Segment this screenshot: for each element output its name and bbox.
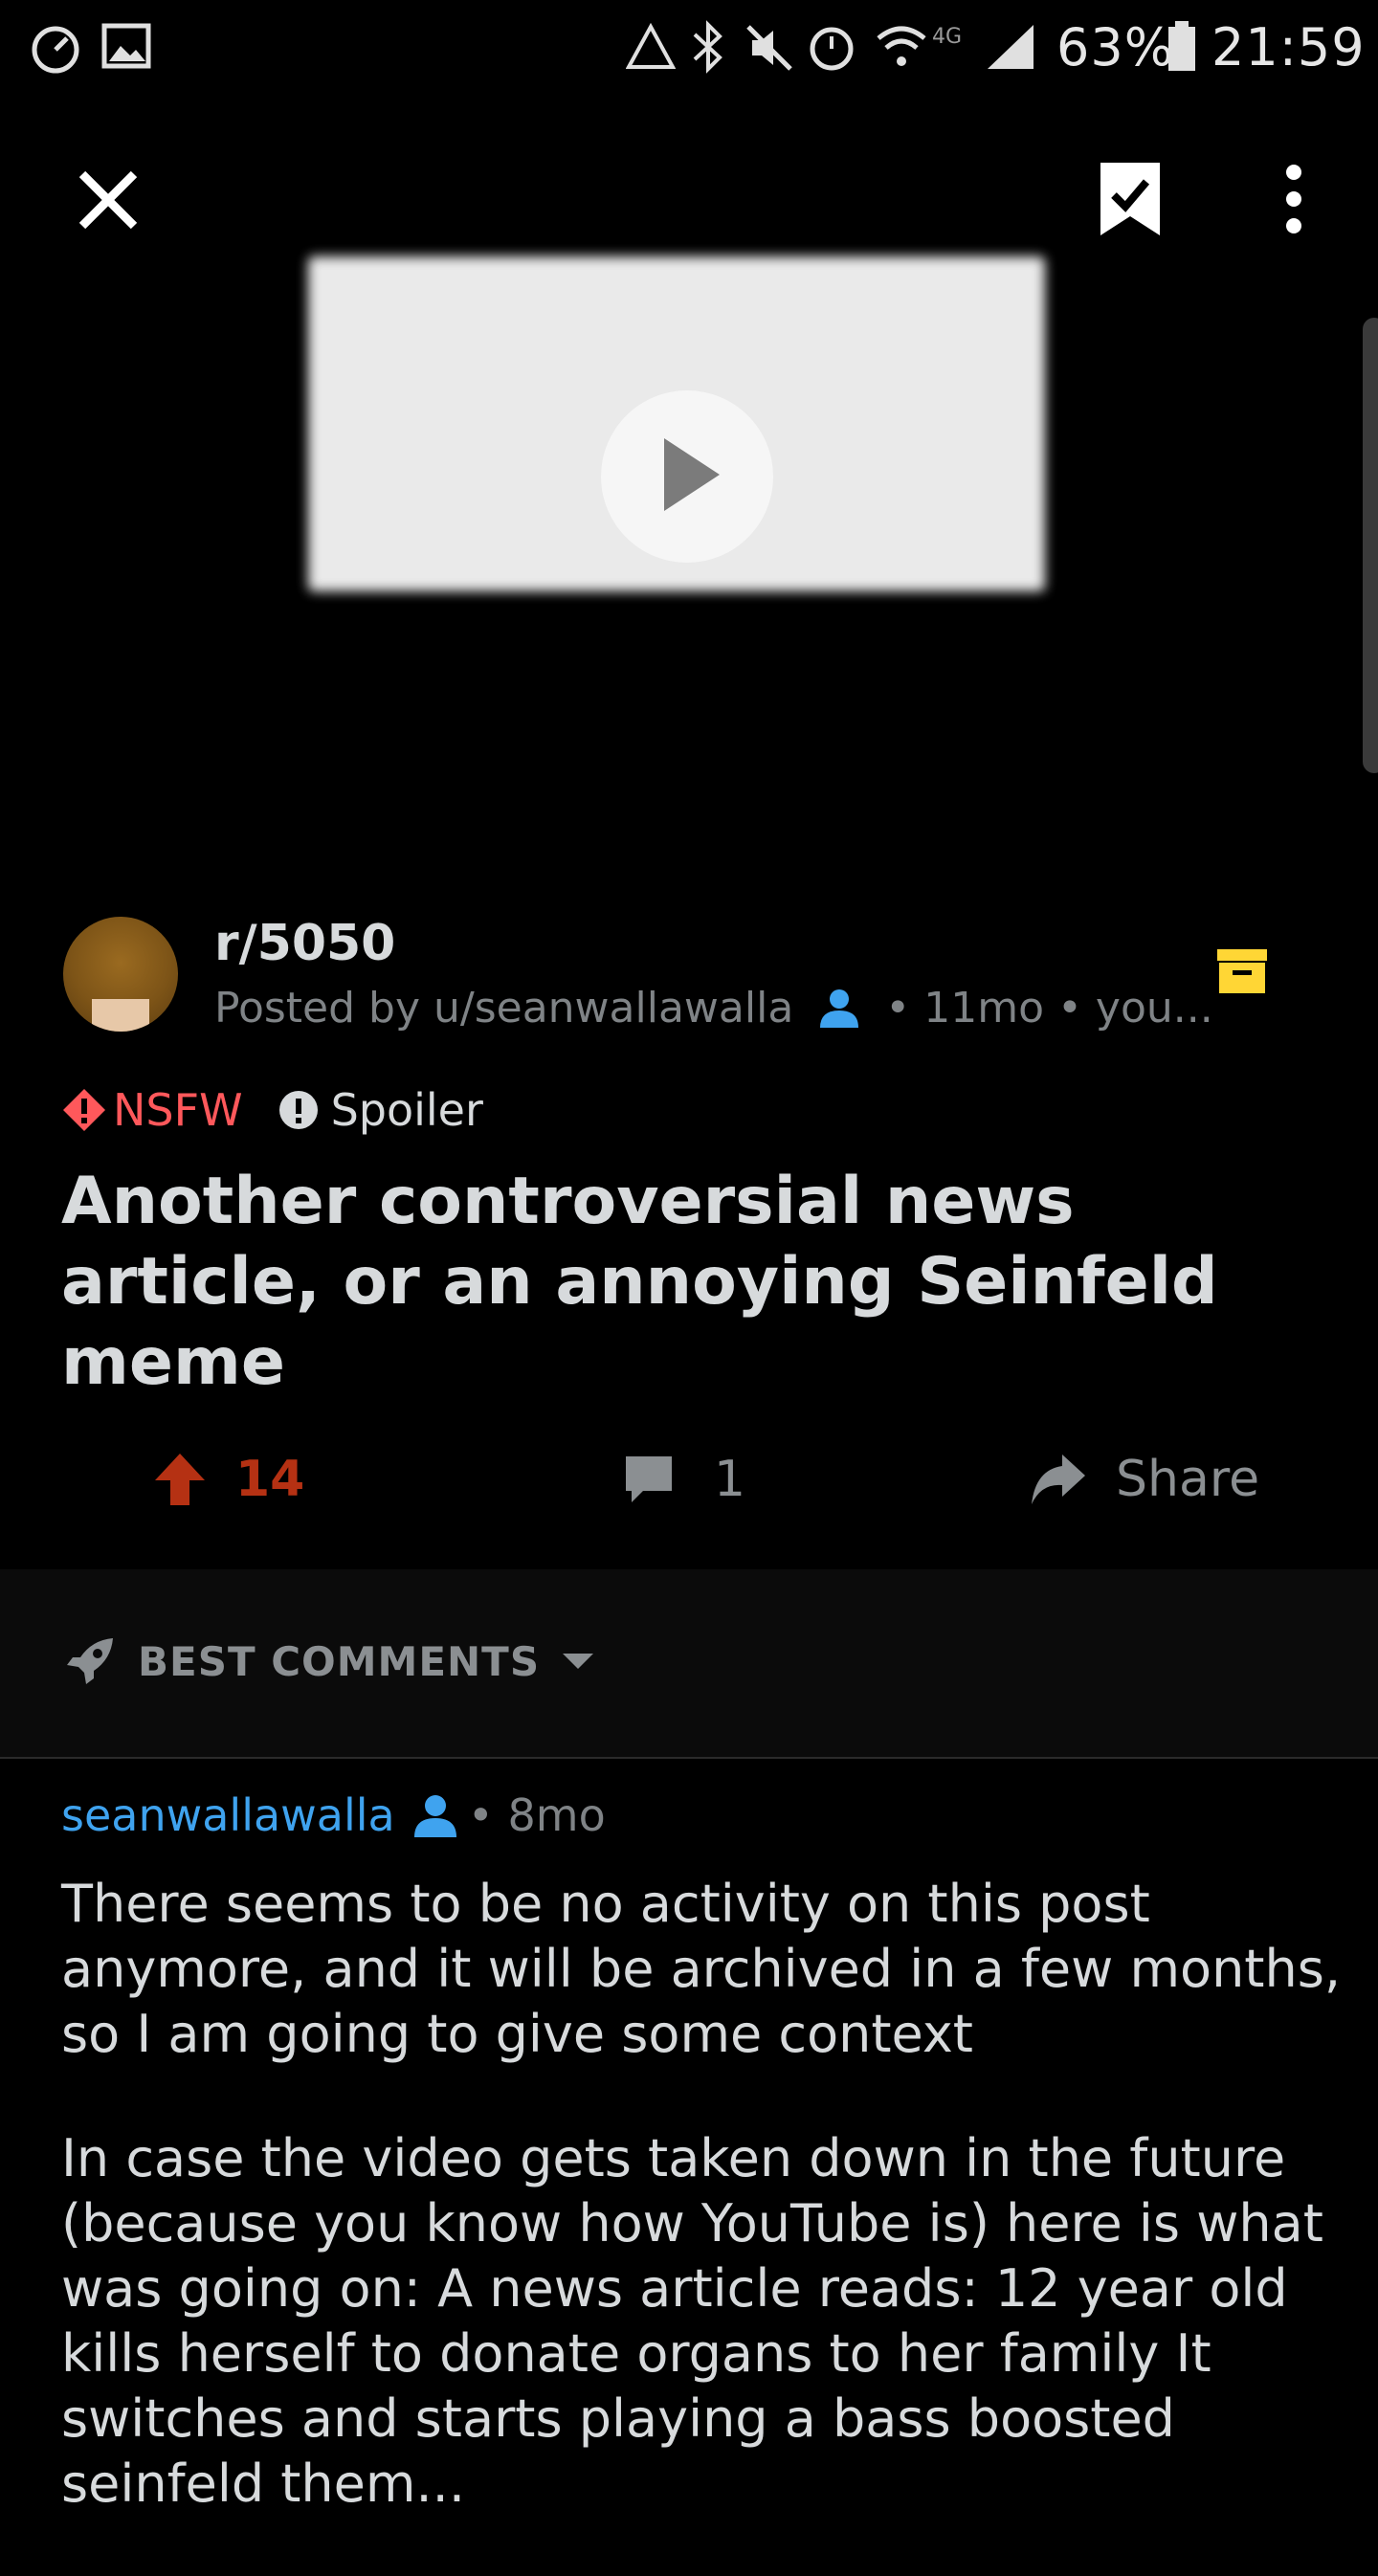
battery-icon [1168,21,1195,71]
nsfw-icon [63,1089,105,1131]
more-vertical-icon[interactable] [1277,161,1311,237]
clock: 21:59 [1211,17,1366,78]
comment-count: 1 [714,1451,746,1508]
comment-time: • 8mo [467,1789,606,1841]
chevron-down-icon [563,1654,594,1669]
post-title: Another controversial news article, or a… [61,1164,1218,1400]
post-author[interactable]: Posted by u/seanwallawalla [214,984,793,1033]
sort-dropdown[interactable]: BEST COMMENTS [63,1634,595,1688]
comment-sort-bar: BEST COMMENTS [0,1569,1378,1759]
alarm-icon [810,27,854,71]
post-age: • 11mo • you... [885,984,1213,1033]
image-icon [101,23,151,69]
comment-paragraph: There seems to be no activity on this po… [61,1874,1342,2064]
close-icon[interactable] [77,168,140,232]
share-icon [1032,1455,1085,1504]
warning-icon [626,23,676,69]
comment-body: There seems to be no activity on this po… [61,1872,1353,2576]
comment-icon [626,1456,672,1502]
comment-header: seanwallawalla • 8mo [61,1789,606,1841]
network-type: 4G [932,25,963,49]
upvote-count: 14 [235,1451,305,1508]
wifi-icon [877,26,926,66]
post-meta: Posted by u/seanwallawalla • 11mo • you.… [214,984,1213,1033]
signal-icon [988,25,1034,69]
scrollbar[interactable] [1363,318,1378,773]
sort-label: BEST COMMENTS [138,1637,541,1685]
nsfw-label: NSFW [113,1084,243,1136]
play-icon [664,438,720,511]
status-bar: 4G 63% 21:59 [0,0,1378,96]
rocket-icon [67,1638,113,1684]
post-actions: 14 1 Share [0,1435,1378,1531]
upvote-button[interactable]: 14 [153,1451,304,1508]
post-tags: NSFW Spoiler [61,1081,483,1139]
spoiler-icon [278,1091,318,1129]
user-icon [413,1795,456,1837]
speedometer-icon [32,26,79,74]
mute-icon [746,25,792,71]
bluetooth-icon [693,20,722,74]
share-button[interactable]: Share [1028,1451,1259,1508]
play-button[interactable] [601,390,773,563]
user-icon [820,989,859,1028]
subreddit-avatar[interactable] [63,917,178,1032]
comment-paragraph: In case the video gets taken down in the… [61,2128,1323,2514]
share-label: Share [1116,1451,1260,1508]
comment-author[interactable]: seanwallawalla [61,1789,395,1841]
comments-button[interactable]: 1 [622,1451,745,1508]
nsfw-tag: NSFW [61,1084,243,1136]
battery-level: 63% [1056,17,1175,78]
subreddit-name[interactable]: r/5050 [214,915,395,972]
archive-icon [1217,949,1267,993]
spoiler-label: Spoiler [330,1084,483,1136]
spoiler-tag: Spoiler [278,1084,483,1136]
bookmark-check-icon[interactable] [1097,159,1164,239]
upvote-arrow-icon [155,1454,205,1505]
